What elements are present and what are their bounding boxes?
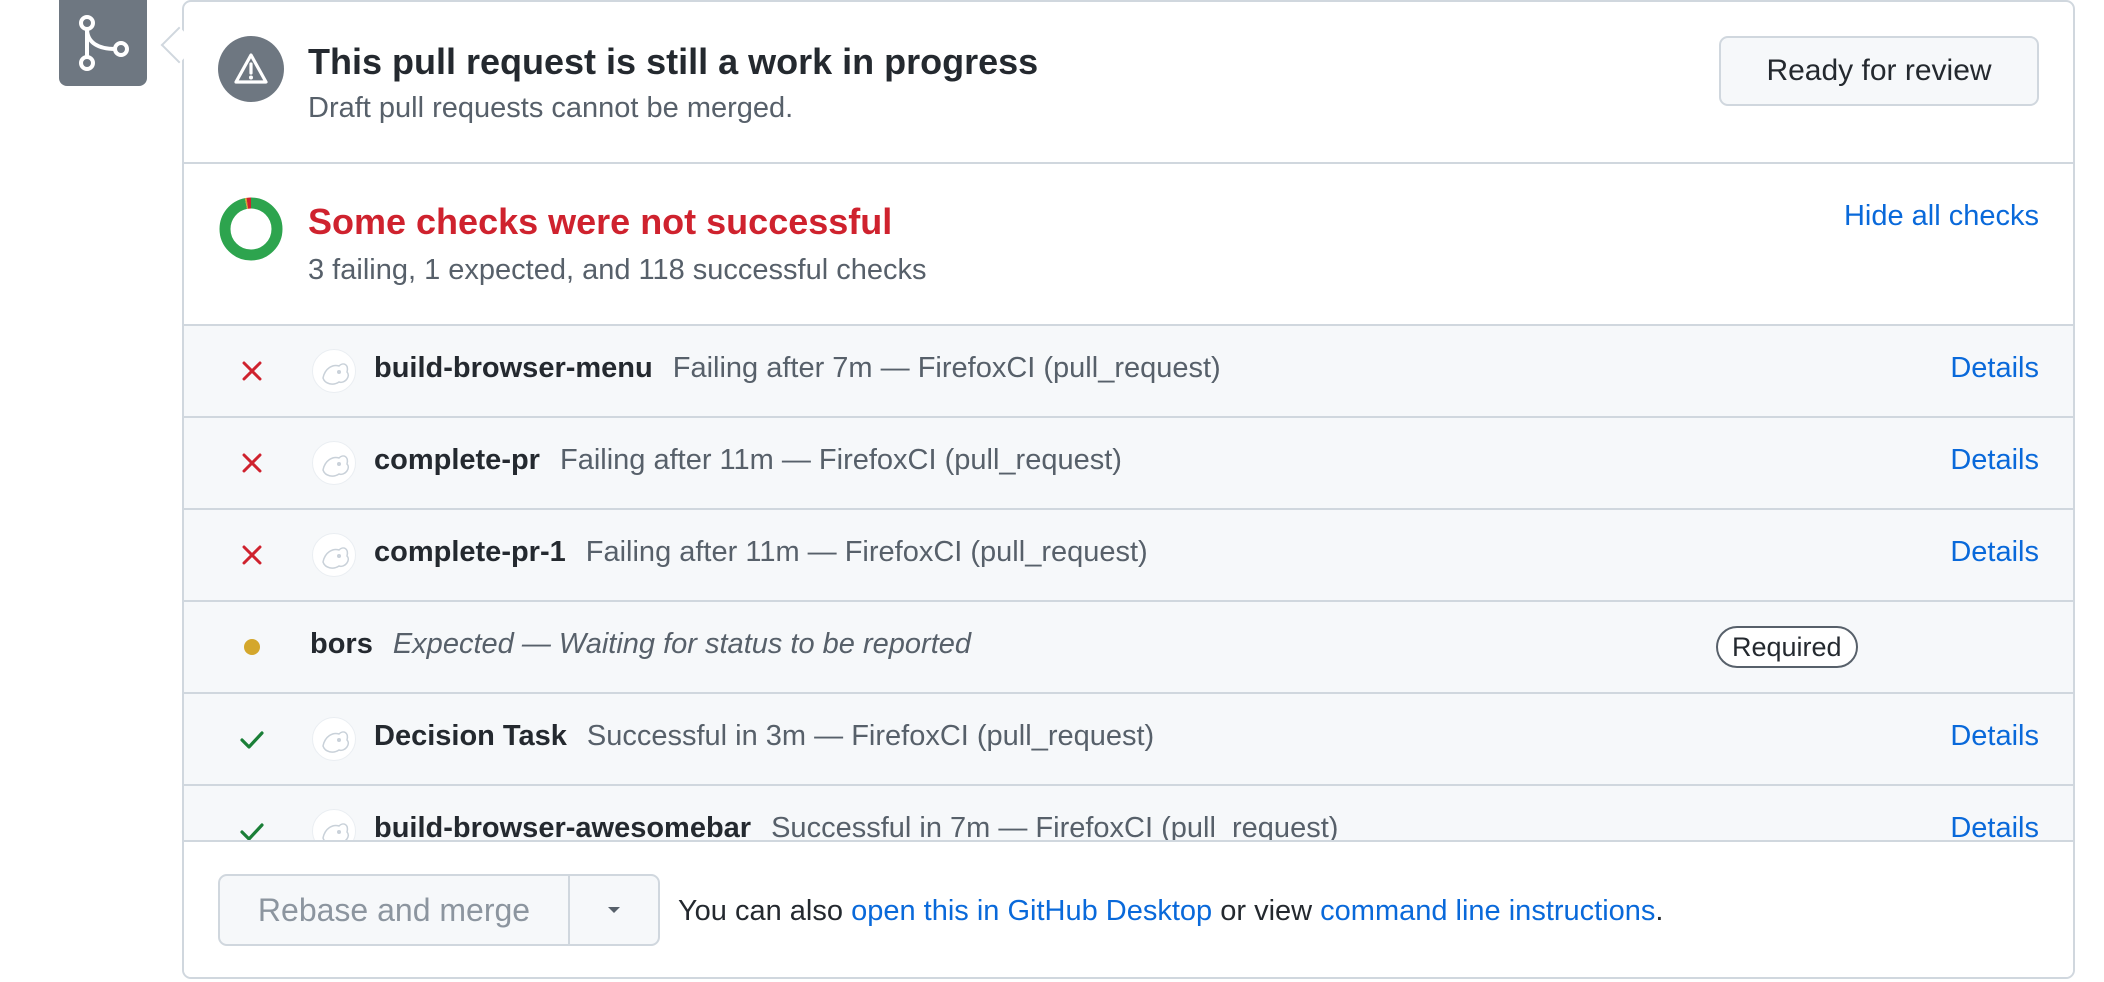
check-icon	[236, 723, 268, 755]
check-name: Decision Task	[374, 720, 567, 752]
checks-summary-section: Some checks were not successful 3 failin…	[184, 164, 2073, 324]
merge-method-dropdown[interactable]	[570, 876, 658, 944]
app-avatar	[312, 441, 356, 485]
merge-box-area: This pull request is still a work in pro…	[0, 0, 2104, 982]
x-icon	[236, 539, 268, 571]
check-name: complete-pr	[374, 444, 540, 476]
app-avatar	[312, 809, 356, 842]
check-description: Successful in 3m — FirefoxCI (pull_reque…	[586, 720, 1155, 752]
required-badge: Required	[1716, 626, 1858, 668]
check-name: build-browser-menu	[374, 352, 653, 384]
check-text: bors Expected — Waiting for status to be …	[310, 628, 971, 661]
draft-title: This pull request is still a work in pro…	[308, 41, 1039, 82]
checks-subtitle: 3 failing, 1 expected, and 118 successfu…	[308, 254, 927, 286]
checks-title: Some checks were not successful	[308, 201, 893, 242]
draft-section: This pull request is still a work in pro…	[184, 2, 2073, 164]
draft-subtitle: Draft pull requests cannot be merged.	[308, 92, 794, 124]
hide-all-checks-link[interactable]: Hide all checks	[1844, 200, 2039, 233]
checks-list[interactable]: build-browser-menu Failing after 7m — Fir…	[184, 324, 2073, 842]
check-row: Decision Task Successful in 3m — FirefoxC…	[184, 694, 2073, 786]
merge-button-group: Rebase and merge	[218, 874, 660, 946]
check-details-link[interactable]: Details	[1950, 812, 2039, 842]
open-github-desktop-link[interactable]: open this in GitHub Desktop	[851, 895, 1212, 927]
check-description: Expected — Waiting for status to be repo…	[392, 628, 972, 660]
check-details-link[interactable]: Details	[1950, 352, 2039, 385]
check-row: complete-pr-1 Failing after 11m — Firefox…	[184, 510, 2073, 602]
check-details-link[interactable]: Details	[1950, 720, 2039, 753]
git-merge-icon	[59, 0, 147, 86]
check-row: complete-pr Failing after 11m — FirefoxCI…	[184, 418, 2073, 510]
alternative-merge-text: You can also open this in GitHub Desktop…	[678, 895, 1663, 928]
check-description: Failing after 11m — FirefoxCI (pull_requ…	[585, 536, 1148, 568]
check-details-link[interactable]: Details	[1950, 444, 2039, 477]
check-text: Decision Task Successful in 3m — FirefoxC…	[374, 720, 1154, 753]
merge-box: This pull request is still a work in pro…	[182, 0, 2075, 979]
x-icon	[236, 355, 268, 387]
x-icon	[236, 447, 268, 479]
rebase-and-merge-button[interactable]: Rebase and merge	[220, 876, 570, 944]
dot-icon	[236, 631, 268, 663]
check-details-link[interactable]: Details	[1950, 536, 2039, 569]
command-line-instructions-link[interactable]: command line instructions	[1320, 895, 1655, 927]
ready-for-review-button[interactable]: Ready for review	[1719, 36, 2039, 106]
ring-segment-successful	[219, 197, 283, 261]
check-name: bors	[310, 628, 373, 660]
check-icon	[236, 815, 268, 842]
check-row: bors Expected — Waiting for status to be …	[184, 602, 2073, 694]
footer-text-middle: or view	[1212, 895, 1321, 927]
check-text: complete-pr-1 Failing after 11m — Firefox…	[374, 536, 1148, 569]
check-description: Failing after 7m — FirefoxCI (pull_reque…	[672, 352, 1221, 384]
app-avatar	[312, 533, 356, 577]
chevron-down-icon	[608, 907, 620, 913]
check-description: Successful in 7m — FirefoxCI (pull_reque…	[771, 812, 1339, 842]
app-avatar	[312, 717, 356, 761]
check-description: Failing after 11m — FirefoxCI (pull_requ…	[559, 444, 1122, 476]
check-text: build-browser-awesomebar Successful in 7m…	[374, 812, 1338, 842]
check-name: build-browser-awesomebar	[374, 812, 752, 842]
merge-footer: Rebase and merge You can also open this …	[184, 840, 2073, 977]
footer-text-before: You can also	[678, 895, 852, 927]
checks-ring-icon	[218, 196, 284, 262]
footer-text-after: .	[1655, 895, 1664, 927]
alert-icon	[218, 36, 284, 102]
check-name: complete-pr-1	[374, 536, 566, 568]
check-text: complete-pr Failing after 11m — FirefoxCI…	[374, 444, 1122, 477]
check-row: build-browser-awesomebar Successful in 7m…	[184, 786, 2073, 842]
check-row: build-browser-menu Failing after 7m — Fir…	[184, 326, 2073, 418]
check-text: build-browser-menu Failing after 7m — Fir…	[374, 352, 1221, 385]
app-avatar	[312, 349, 356, 393]
